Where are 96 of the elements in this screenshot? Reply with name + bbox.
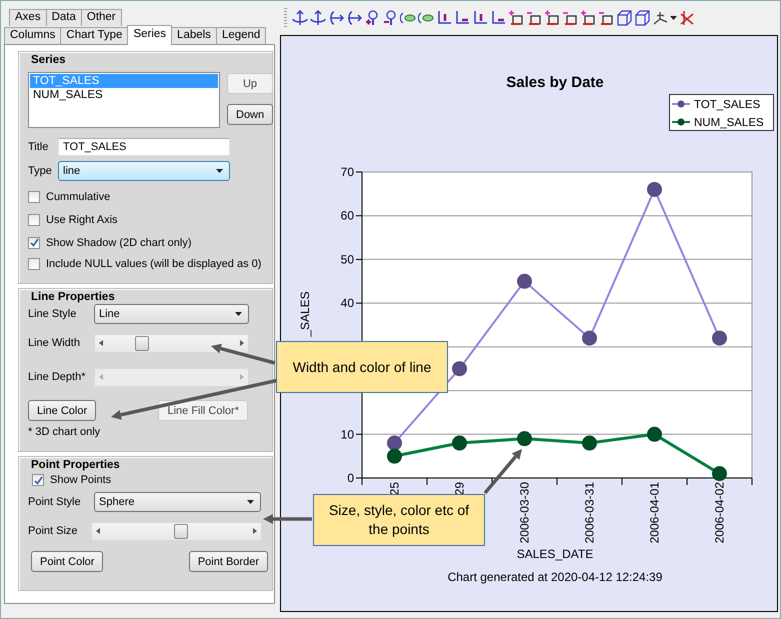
button[interactable]: Point Color [31, 551, 104, 572]
axis-tick-label: 50 [340, 252, 354, 266]
field-label: Type [28, 165, 53, 177]
eye-icon[interactable] [400, 10, 416, 26]
frame-icon[interactable] [526, 10, 542, 26]
button[interactable]: Down [227, 104, 273, 125]
axis-tick-label: 2006-04-01 [648, 482, 662, 544]
delete-icon[interactable] [679, 10, 695, 26]
caret-icon [247, 500, 254, 504]
title-field[interactable]: TOT_SALES [58, 138, 230, 156]
frame-icon[interactable] [580, 10, 596, 26]
cube-icon[interactable] [634, 10, 650, 26]
axis-title: SALES_DATE [516, 547, 594, 561]
dropdown[interactable]: Line [94, 304, 249, 324]
cube-icon[interactable] [616, 10, 632, 26]
slider-thumb[interactable] [174, 524, 188, 538]
group-title: Point Properties [31, 459, 120, 471]
caret-icon [670, 16, 677, 20]
checkbox[interactable] [28, 236, 40, 248]
axis-tick-label: 0 [347, 471, 354, 485]
axes-icon[interactable] [652, 10, 668, 26]
tab[interactable]: Axes [9, 9, 47, 26]
checkbox[interactable] [28, 190, 40, 202]
slider-thumb[interactable] [135, 336, 150, 350]
button[interactable]: Point Border [188, 551, 268, 572]
axis-tick-label: 40 [340, 296, 354, 310]
checkbox[interactable] [28, 214, 40, 226]
legend-label: TOT_SALES [694, 99, 760, 111]
tab[interactable]: Other [80, 9, 122, 26]
axis-tick-label: 10 [340, 427, 354, 442]
left-arrow-icon[interactable] [99, 340, 103, 346]
list-item[interactable]: NUM_SALES [30, 88, 218, 102]
caret-icon [235, 312, 242, 316]
field-label: Point Style [28, 496, 82, 508]
zoom-out-icon[interactable] [382, 10, 398, 26]
axis-tick-label: 2006-03-30 [518, 482, 532, 544]
tab[interactable]: Series [127, 25, 172, 45]
caret-icon [216, 169, 223, 173]
rotate-icon[interactable] [310, 10, 326, 26]
dropdown[interactable]: Sphere [94, 492, 261, 512]
left-arrow-icon[interactable] [96, 528, 100, 534]
right-arrow-icon[interactable] [253, 528, 257, 534]
callout: Size, style, color etc of the points [313, 494, 485, 546]
pointer-arrow [263, 514, 312, 524]
slider[interactable] [92, 522, 261, 540]
legend-label: NUM_SALES [694, 117, 764, 129]
axes-icon[interactable] [472, 10, 488, 26]
axis-tick-label: 2006-03-31 [582, 482, 596, 544]
axis-title: _SALES [298, 291, 312, 337]
footnote: * 3D chart only [28, 426, 102, 438]
dropdown[interactable]: line [58, 161, 230, 181]
axis-tick-label: 2006-04-02 [712, 482, 726, 544]
tab[interactable]: Data [46, 9, 82, 26]
checkbox[interactable] [32, 474, 44, 486]
button[interactable]: Line Color [28, 400, 96, 421]
frame-icon[interactable] [544, 10, 560, 26]
slider-label: Line Depth* [28, 371, 86, 383]
zoom-in-icon[interactable] [364, 10, 380, 26]
tab[interactable]: Chart Type [60, 27, 128, 44]
chart-footer: Chart generated at 2020-04-12 12:24:39 [448, 570, 662, 584]
axes-icon[interactable] [436, 10, 452, 26]
right-arrow-icon[interactable] [240, 340, 244, 346]
frame-icon[interactable] [598, 10, 614, 26]
tab[interactable]: Labels [171, 27, 217, 44]
eye-icon[interactable] [418, 10, 434, 26]
axes-icon[interactable] [490, 10, 506, 26]
slider[interactable] [95, 334, 248, 352]
series-list[interactable]: TOT_SALES NUM_SALES [28, 72, 220, 128]
rotate-icon[interactable] [346, 10, 362, 26]
checkbox-label: Show Shadow (2D chart only) [46, 236, 192, 248]
axes-icon[interactable] [454, 10, 470, 26]
axis-tick-label: 70 [340, 165, 354, 179]
pointer-arrow [211, 344, 276, 365]
tab[interactable]: Columns [4, 27, 62, 44]
group-title: Line Properties [31, 291, 115, 303]
checkbox-label: Include NULL values (will be displayed as 0) [46, 258, 262, 270]
slider-label: Line Width [28, 337, 81, 349]
checkbox-label: Use Right Axis [46, 214, 118, 226]
field-label: Title [28, 141, 50, 153]
checkbox[interactable] [28, 258, 40, 270]
frame-icon[interactable] [508, 10, 524, 26]
checkbox-label: Cummulative [46, 190, 110, 202]
axis-tick-label: 60 [340, 208, 354, 223]
group-title: Series [31, 54, 66, 66]
slider-label: Point Size [28, 525, 79, 537]
axis-tick-label: 29 [452, 482, 466, 496]
callout: Width and color of line [276, 341, 448, 393]
checkbox-label: Show Points [50, 474, 112, 486]
pointer-arrow [484, 449, 522, 494]
rotate-icon[interactable] [292, 10, 308, 26]
tab[interactable]: Legend [216, 27, 266, 44]
axis-tick-label: 25 [388, 482, 402, 496]
rotate-icon[interactable] [328, 10, 344, 26]
chart-title: Sales by Date [506, 74, 604, 91]
field-label: Line Style [28, 308, 78, 320]
frame-icon[interactable] [562, 10, 578, 26]
